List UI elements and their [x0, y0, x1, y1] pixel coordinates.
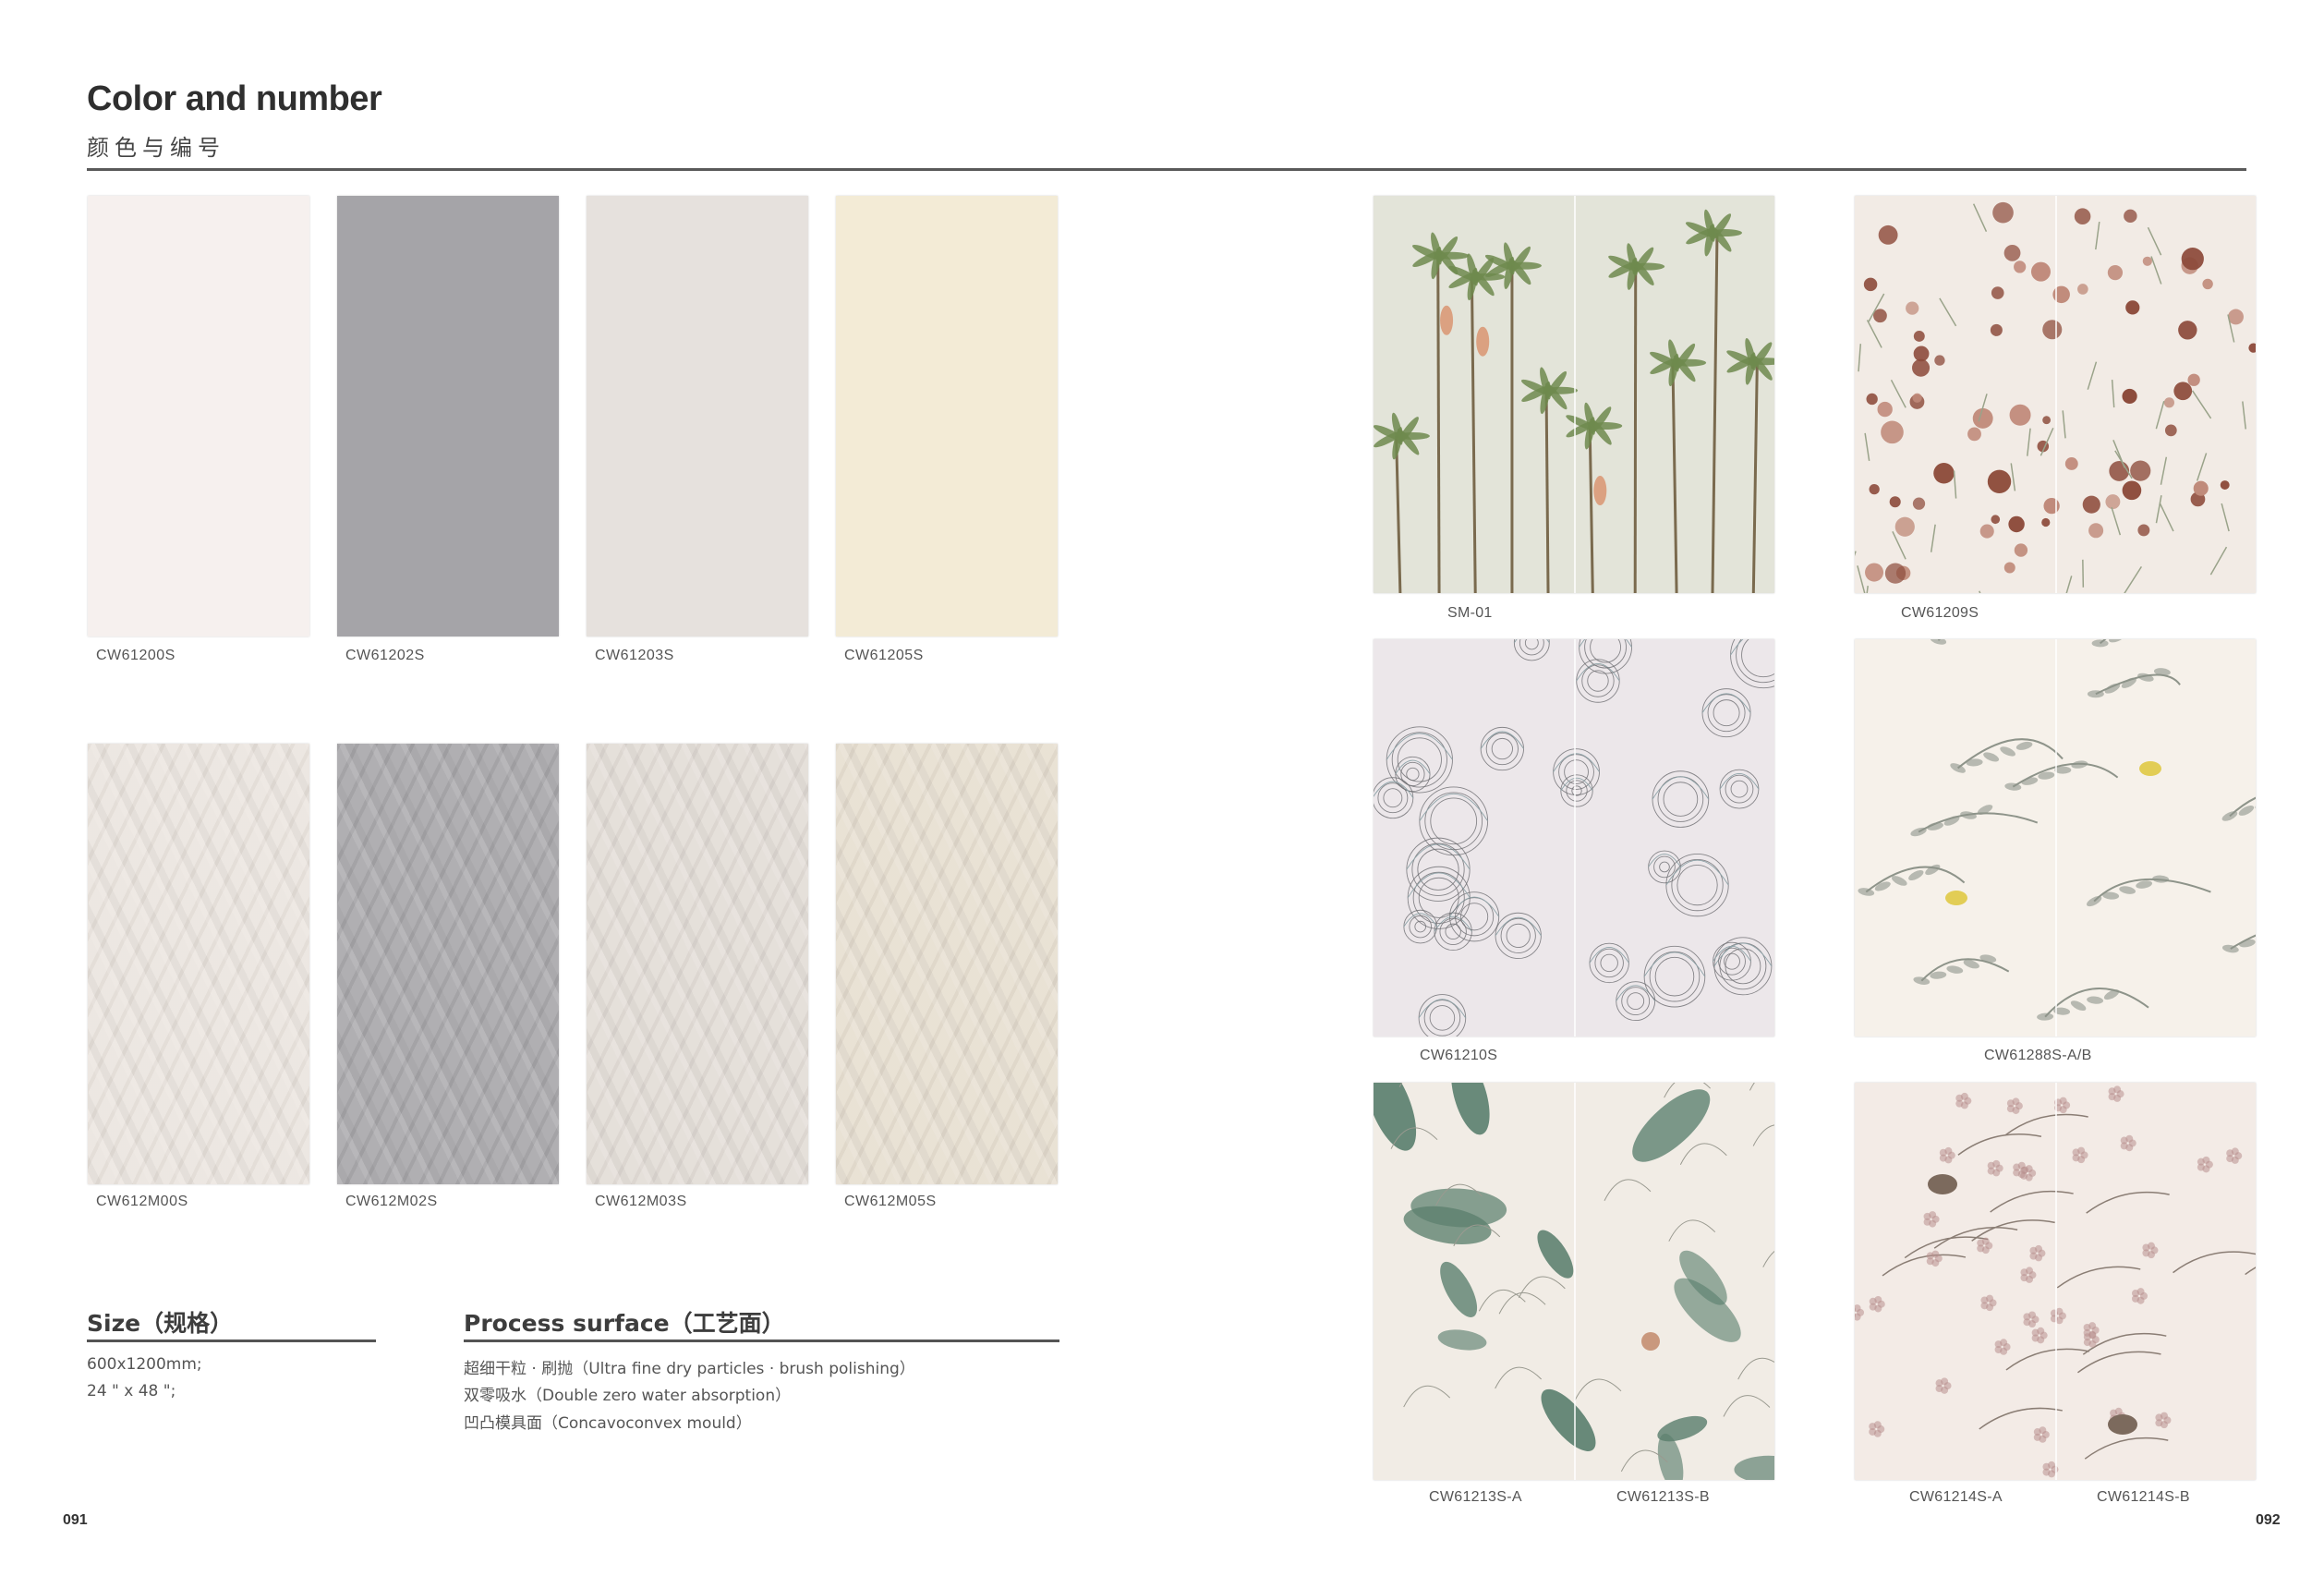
tile-seam — [2055, 639, 2057, 1036]
swatch-code: CW612M03S — [595, 1194, 687, 1209]
page-title: Color and number — [87, 79, 382, 118]
pattern-code: CW61210S — [1420, 1048, 1498, 1063]
blossom-bird-pattern-icon — [1855, 1083, 2256, 1480]
swatch-tile — [337, 744, 559, 1184]
line-peony-pattern-icon — [1374, 639, 1774, 1036]
process-line: 超细干粒 · 刷抛（Ultra fine dry particles · bru… — [464, 1360, 915, 1378]
page-subtitle: 颜色与编号 — [87, 135, 225, 161]
page-number-right: 092 — [2256, 1512, 2281, 1528]
swatch-code: CW612M00S — [96, 1194, 188, 1209]
palm-tree-pattern-icon — [1374, 196, 1774, 593]
swatch-tile — [88, 196, 309, 636]
swatch-code: CW61203S — [595, 648, 674, 663]
pattern-code: CW61213S-A — [1429, 1489, 1522, 1505]
tropical-leaf-pattern-icon — [1374, 1083, 1774, 1480]
pattern-code: CW61209S — [1901, 605, 1979, 621]
swatch-tile — [836, 744, 1058, 1184]
berry-floral-pattern-icon — [1855, 196, 2256, 593]
pattern-code: SM-01 — [1447, 605, 1493, 621]
pattern-code: CW61214S-B — [2097, 1489, 2190, 1505]
pattern-code: CW61213S-B — [1616, 1489, 1710, 1505]
size-line: 600x1200mm; — [87, 1355, 202, 1374]
tile-seam — [2055, 196, 2057, 593]
process-line: 凹凸模具面（Concavoconvex mould） — [464, 1414, 752, 1433]
swatch-code: CW61200S — [96, 648, 176, 663]
tile-seam — [1574, 639, 1576, 1036]
swatch-code: CW612M05S — [844, 1194, 937, 1209]
swatch-code: CW61202S — [345, 648, 425, 663]
tile-seam — [1574, 196, 1576, 593]
swatch-tile — [587, 744, 808, 1184]
swatch-tile — [337, 196, 559, 636]
size-divider — [87, 1339, 376, 1342]
pattern-code: CW61214S-A — [1909, 1489, 2003, 1505]
pattern-code: CW61288S-A/B — [1984, 1048, 2092, 1063]
swatch-tile — [836, 196, 1058, 636]
process-divider — [464, 1339, 1059, 1342]
page-number-left: 091 — [63, 1512, 88, 1528]
process-line: 双零吸水（Double zero water absorption） — [464, 1387, 792, 1405]
swatch-code: CW612M02S — [345, 1194, 438, 1209]
size-heading: Size（规格） — [87, 1310, 234, 1337]
swatch-tile — [88, 744, 309, 1184]
bird-branch-pattern-icon — [1855, 639, 2256, 1036]
header-divider — [87, 168, 2246, 171]
tile-seam — [2055, 1083, 2057, 1480]
tile-seam — [1574, 1083, 1576, 1480]
swatch-code: CW61205S — [844, 648, 924, 663]
process-heading: Process surface（工艺面） — [464, 1310, 785, 1337]
size-line: 24 " x 48 "; — [87, 1382, 176, 1400]
swatch-tile — [587, 196, 808, 636]
